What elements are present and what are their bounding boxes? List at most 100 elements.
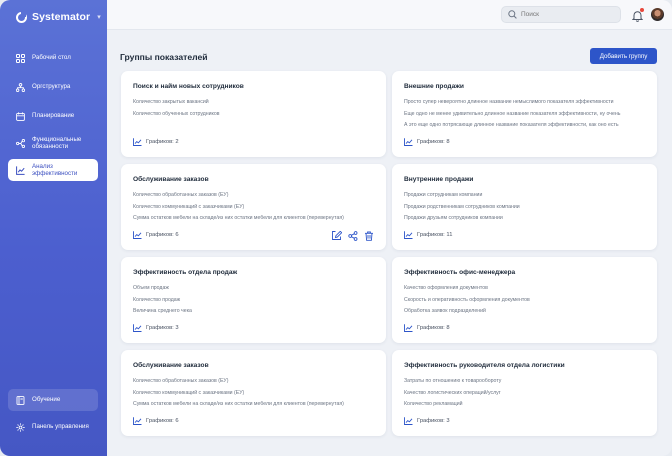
sidebar-item-label: Анализ эффективности <box>32 162 78 178</box>
sidebar-item-learning[interactable]: Обучение <box>8 389 98 411</box>
charts-count: Графиков: 2 <box>133 138 179 146</box>
charts-count-label: Графиков: 11 <box>417 232 453 238</box>
charts-count: Графиков: 6 <box>133 231 179 239</box>
card-title: Эффективность отдела продаж <box>133 269 238 276</box>
book-icon <box>16 395 25 405</box>
brand-switcher[interactable]: Systemator ▾ <box>16 9 101 25</box>
line-chart-icon <box>133 417 142 425</box>
charts-count-label: Графиков: 3 <box>417 418 450 424</box>
metric-item: Количество коммуникаций с заказчиками (Е… <box>133 203 245 210</box>
metric-item: Количество рекламаций <box>404 401 463 408</box>
delete-icon[interactable] <box>364 231 374 241</box>
app-window: Systemator ▾ Рабочий стол Оргструктура П… <box>0 0 672 456</box>
card-title: Внешние продажи <box>404 83 464 90</box>
top-bar <box>107 0 672 30</box>
metric-list: Затраты по отношению к товарообороту Кач… <box>404 378 649 413</box>
gear-icon <box>16 422 25 432</box>
search-input[interactable] <box>521 11 611 18</box>
app-name: Systemator <box>32 11 91 23</box>
metric-list: Качество оформления документов Скорость … <box>404 285 649 320</box>
card-title: Внутренние продажи <box>404 176 474 183</box>
metric-list: Просто супер невероятно длинное название… <box>404 99 649 134</box>
metric-group-card[interactable]: Эффективность руководителя отдела логист… <box>392 350 657 436</box>
sidebar-item-label: Функциональные обязанности <box>32 135 82 151</box>
charts-count: Графиков: 8 <box>404 324 450 332</box>
metric-item: Просто супер невероятно длинное название… <box>404 99 614 105</box>
metric-item: Сумма остатков мебели на складе/из них о… <box>133 215 344 222</box>
metric-item: Еще одно не менее удивительно длинное на… <box>404 110 621 117</box>
charts-count-label: Графиков: 6 <box>146 232 179 238</box>
metric-list: Объем продаж Количество продаж Величина … <box>133 285 378 320</box>
charts-count: Графиков: 6 <box>133 417 179 425</box>
sidebar-item-planning[interactable]: Планирование <box>8 110 98 122</box>
metric-group-card[interactable]: Эффективность офис-менеджера Качество оф… <box>392 257 657 343</box>
calendar-icon <box>16 111 25 121</box>
metric-item: Продажи родственникам сотрудников компан… <box>404 203 520 210</box>
search-box[interactable] <box>501 6 621 23</box>
metric-item: Количество обработанных заказов (ЕУ) <box>133 192 229 198</box>
notification-badge <box>640 8 644 12</box>
metric-item: Качество оформления документов <box>404 285 488 291</box>
metric-item: Затраты по отношению к товарообороту <box>404 378 502 384</box>
charts-count: Графиков: 3 <box>404 417 450 425</box>
metric-item: Сумма остатков мебели на складе/из них о… <box>133 401 344 408</box>
metric-item: А это еще одно потрясающе длинное назван… <box>404 122 619 129</box>
sidebar: Systemator ▾ Рабочий стол Оргструктура П… <box>0 0 107 456</box>
share-icon[interactable] <box>348 231 358 241</box>
charts-count: Графиков: 3 <box>133 324 179 332</box>
metric-group-card[interactable]: Обслуживание заказов Количество обработа… <box>121 350 386 436</box>
metric-group-card[interactable]: Обслуживание заказов Количество обработа… <box>121 164 386 250</box>
edit-icon[interactable] <box>332 231 342 241</box>
line-chart-icon <box>404 138 413 146</box>
add-group-button[interactable]: Добавить группу <box>590 48 657 64</box>
charts-count: Графиков: 11 <box>404 231 452 239</box>
metric-list: Количество обработанных заказов (ЕУ) Кол… <box>133 192 378 227</box>
chevron-down-icon: ▾ <box>97 14 101 21</box>
sidebar-item-functional-duties[interactable]: Функциональные обязанности <box>8 135 98 151</box>
metric-group-card[interactable]: Внешние продажи Просто супер невероятно … <box>392 71 657 157</box>
metric-item: Величина среднего чека <box>133 308 192 315</box>
sidebar-item-orgstructure[interactable]: Оргструктура <box>8 81 98 93</box>
metric-list: Количество закрытых вакансий Количество … <box>133 99 378 122</box>
line-chart-icon <box>133 231 142 239</box>
card-title: Обслуживание заказов <box>133 176 209 183</box>
metric-list: Количество обработанных заказов (ЕУ) Кол… <box>133 378 378 413</box>
sidebar-item-label: Планирование <box>32 112 75 120</box>
page-title: Группы показателей <box>120 52 208 62</box>
card-title: Обслуживание заказов <box>133 362 209 369</box>
metric-item: Качество логистических операций/услуг <box>404 389 501 396</box>
charts-count-label: Графиков: 8 <box>417 139 450 145</box>
charts-count-label: Графиков: 8 <box>417 325 450 331</box>
card-title: Эффективность офис-менеджера <box>404 269 516 276</box>
line-chart-icon <box>404 231 413 239</box>
metric-group-card[interactable]: Эффективность отдела продаж Объем продаж… <box>121 257 386 343</box>
metric-item: Продажи друзьям сотрудников компании <box>404 215 503 222</box>
grid-icon <box>16 53 25 63</box>
sidebar-item-control-panel[interactable]: Панель управления <box>8 421 98 433</box>
metric-item: Количество обученных сотрудников <box>133 110 220 117</box>
charts-count-label: Графиков: 2 <box>146 139 179 145</box>
metric-group-card[interactable]: Внутренние продажи Продажи сотрудникам к… <box>392 164 657 250</box>
metric-item: Количество закрытых вакансий <box>133 99 209 105</box>
metric-item: Количество коммуникаций с заказчиками (Е… <box>133 389 245 396</box>
metric-item: Продажи сотрудникам компании <box>404 192 483 198</box>
sidebar-item-label: Панель управления <box>32 423 89 431</box>
sidebar-item-efficiency-analysis[interactable]: Анализ эффективности <box>8 159 98 181</box>
notifications-button[interactable] <box>631 8 644 22</box>
sidebar-item-label: Оргструктура <box>32 83 71 91</box>
metric-group-card[interactable]: Поиск и найм новых сотрудников Количеств… <box>121 71 386 157</box>
charts-count: Графиков: 8 <box>404 138 450 146</box>
workflow-icon <box>16 138 25 148</box>
org-structure-icon <box>16 82 25 92</box>
line-chart-icon <box>133 324 142 332</box>
metric-item: Количество обработанных заказов (ЕУ) <box>133 378 229 384</box>
metric-item: Обработка заявок подразделений <box>404 308 486 315</box>
line-chart-icon <box>404 324 413 332</box>
card-actions <box>332 231 374 241</box>
chart-icon <box>16 165 25 175</box>
user-avatar[interactable] <box>651 8 664 21</box>
charts-count-label: Графиков: 6 <box>146 418 179 424</box>
sidebar-item-desktop[interactable]: Рабочий стол <box>8 52 98 64</box>
charts-count-label: Графиков: 3 <box>146 325 179 331</box>
metric-item: Количество продаж <box>133 296 181 303</box>
